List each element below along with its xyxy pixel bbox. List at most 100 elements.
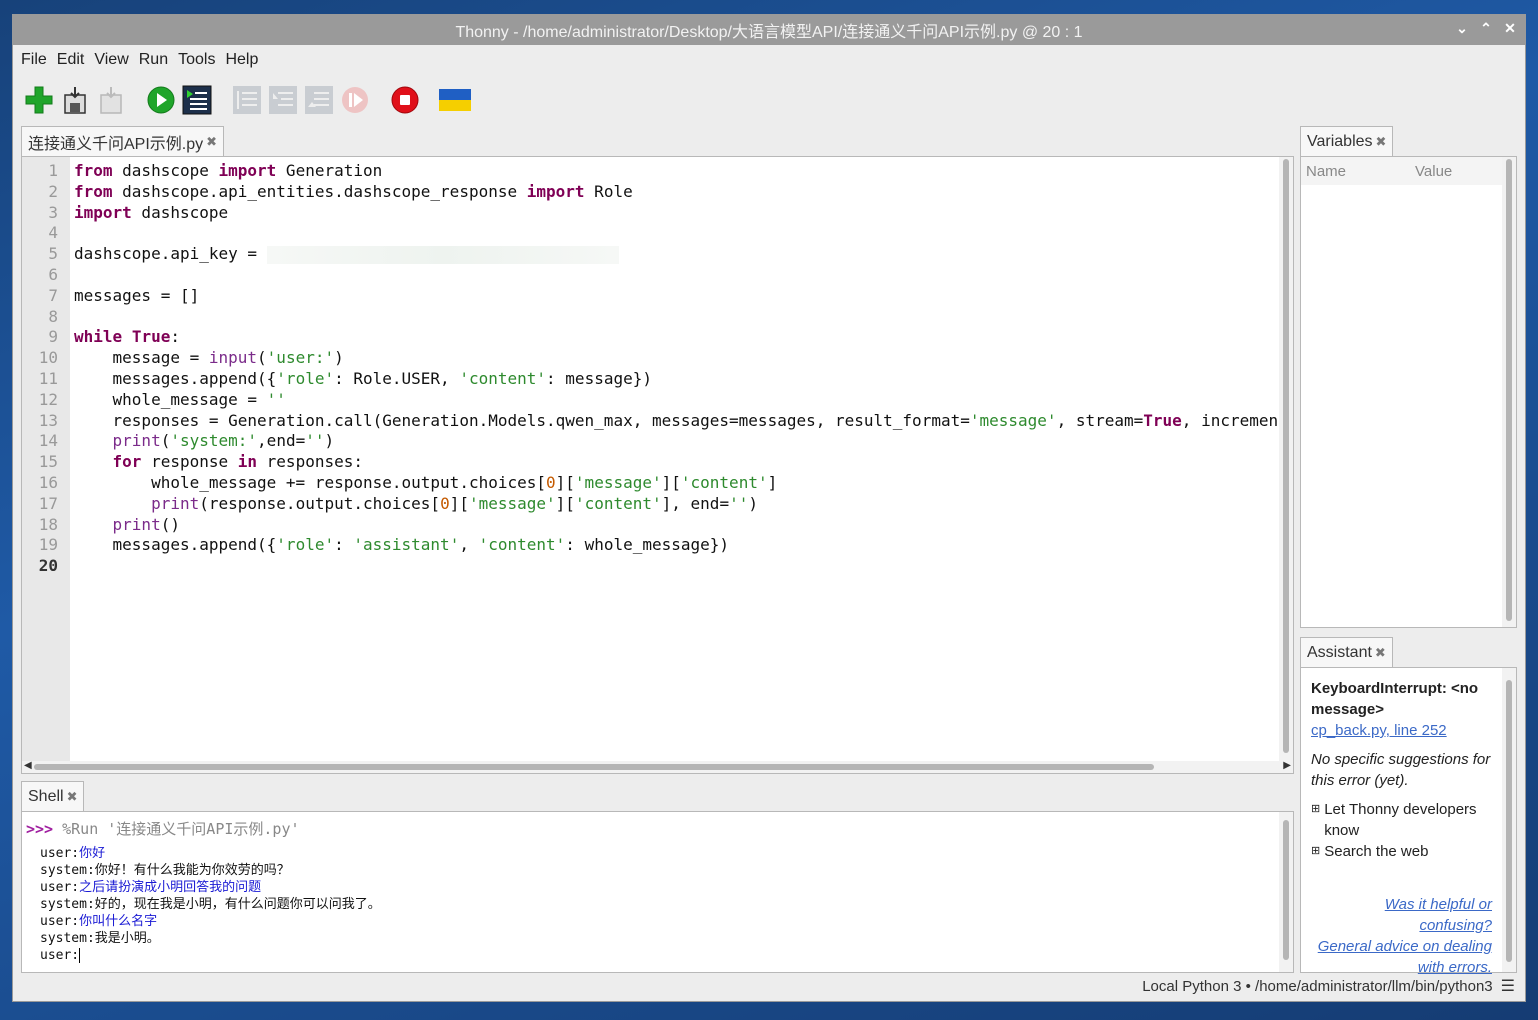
menu-edit[interactable]: Edit — [57, 51, 85, 69]
code-token: 'content' — [574, 493, 662, 513]
tab-shell[interactable]: Shell ✖ — [21, 781, 85, 812]
expand-item[interactable]: ⊞ Search the web — [1311, 841, 1492, 862]
stop-icon[interactable] — [389, 84, 421, 116]
line-number: 15 — [38, 452, 58, 472]
line-number: 13 — [38, 410, 58, 430]
code-line[interactable]: dashscope.api_key = — [74, 244, 1277, 265]
shell-line-text: 你好 — [79, 846, 106, 861]
code-line[interactable]: from dashscope.api_entities.dashscope_re… — [74, 182, 1277, 203]
code-line[interactable]: messages.append({'role': Role.USER, 'con… — [74, 369, 1277, 390]
minimize-button[interactable]: ⌄ — [1455, 20, 1469, 37]
debug-icon[interactable] — [181, 84, 213, 116]
code-editor[interactable]: 1 2 3 4 5 6 7 8 9 10 11 12 13 14 15 16 17 18 19 20 from das… — [21, 156, 1294, 774]
code-token: messages.append({ — [74, 535, 277, 555]
code-line[interactable]: while True: — [74, 327, 1277, 348]
expand-item-label[interactable]: Search the web — [1324, 841, 1428, 862]
code-token: True — [1143, 410, 1182, 430]
close-tab-icon[interactable]: ✖ — [206, 134, 217, 150]
expand-icon[interactable]: ⊞ — [1311, 841, 1320, 862]
code-token: 0 — [546, 472, 556, 492]
scroll-thumb[interactable] — [1506, 680, 1512, 962]
code-line[interactable]: messages.append({'role': 'assistant', 'c… — [74, 535, 1277, 556]
close-tab-icon[interactable]: ✖ — [1376, 134, 1387, 150]
code-token: responses: — [257, 452, 363, 472]
tab-assistant[interactable]: Assistant ✖ — [1300, 637, 1393, 668]
close-tab-icon[interactable]: ✖ — [67, 789, 78, 805]
shell-scrollbar[interactable] — [1279, 812, 1293, 972]
scroll-left-icon[interactable]: ◀ — [24, 760, 32, 771]
column-name-header[interactable]: Name — [1301, 163, 1415, 180]
ukraine-flag-icon[interactable] — [439, 84, 471, 116]
code-token: print — [112, 514, 161, 534]
code-token: messages.append({ — [74, 368, 277, 388]
code-token: 'assistant' — [353, 535, 460, 555]
expand-item-label[interactable]: Let Thonny developers know — [1324, 799, 1492, 841]
menu-file[interactable]: File — [21, 51, 47, 69]
code-line[interactable] — [74, 223, 1277, 244]
code-line[interactable]: from dashscope import Generation — [74, 161, 1277, 182]
editor-horizontal-scrollbar[interactable]: ◀ ▶ — [22, 760, 1293, 773]
line-number: 19 — [38, 535, 58, 555]
variables-scrollbar[interactable] — [1502, 157, 1516, 627]
code-line[interactable]: print('system:',end='') — [74, 431, 1277, 452]
expand-item[interactable]: ⊞ Let Thonny developers know — [1311, 799, 1492, 841]
line-number: 6 — [48, 264, 58, 284]
menu-run[interactable]: Run — [139, 51, 168, 69]
interpreter-status[interactable]: Local Python 3 • /home/administrator/llm… — [1142, 978, 1492, 995]
close-button[interactable]: ✕ — [1503, 20, 1517, 37]
code-line[interactable]: print() — [74, 515, 1277, 536]
run-icon[interactable] — [145, 84, 177, 116]
code-line[interactable]: import dashscope — [74, 203, 1277, 224]
code-token: 'content' — [478, 535, 566, 555]
shell-line: system:我是小明。 — [40, 930, 1289, 947]
save-file-icon[interactable] — [59, 84, 91, 116]
variables-panel: Name Value — [1300, 156, 1517, 628]
shell-panel[interactable]: >>> %Run '连接通义千问API示例.py' user:你好 system:… — [21, 811, 1294, 973]
code-line[interactable]: responses = Generation.call(Generation.M… — [74, 411, 1277, 432]
code-line[interactable]: print(response.output.choices[0]['messag… — [74, 494, 1277, 515]
shell-line-prefix: system: — [40, 897, 95, 912]
code-line[interactable] — [74, 556, 1277, 577]
code-line[interactable]: messages = [] — [74, 286, 1277, 307]
code-line[interactable]: whole_message = '' — [74, 390, 1277, 411]
code-token: : — [170, 327, 180, 347]
shell-output[interactable]: user:你好 system:你好！有什么我能为你效劳的吗？ user:之后请扮演成… — [22, 843, 1293, 970]
code-line[interactable] — [74, 265, 1277, 286]
code-area[interactable]: from dashscope import Generation from das… — [74, 157, 1277, 761]
column-value-header[interactable]: Value — [1415, 163, 1452, 180]
scroll-thumb[interactable] — [1283, 820, 1289, 960]
error-location-link[interactable]: cp_back.py, line 252 — [1311, 720, 1492, 741]
menu-view[interactable]: View — [94, 51, 128, 69]
feedback-link[interactable]: Was it helpful or confusing? — [1311, 894, 1492, 936]
shell-line-text: 你好！有什么我能为你效劳的吗？ — [94, 863, 290, 878]
code-token: , incrementa — [1181, 410, 1277, 430]
code-token: ) — [748, 493, 758, 513]
scroll-thumb[interactable] — [1283, 159, 1289, 753]
menu-tools[interactable]: Tools — [178, 51, 215, 69]
tab-variables[interactable]: Variables ✖ — [1300, 126, 1394, 157]
menu-help[interactable]: Help — [225, 51, 258, 69]
close-tab-icon[interactable]: ✖ — [1375, 645, 1386, 661]
code-line[interactable]: message = input('user:') — [74, 348, 1277, 369]
code-line[interactable]: whole_message += response.output.choices… — [74, 473, 1277, 494]
code-token: dashscope.api_key = — [74, 244, 267, 264]
line-number: 9 — [48, 327, 58, 347]
code-line[interactable]: for response in responses: — [74, 452, 1277, 473]
code-token: '' — [729, 493, 749, 513]
line-number: 16 — [38, 472, 58, 492]
scroll-thumb[interactable] — [34, 764, 1154, 770]
shell-line-prefix: system: — [40, 863, 95, 878]
maximize-button[interactable]: ⌃ — [1479, 20, 1493, 37]
new-file-icon[interactable] — [23, 84, 55, 116]
code-line[interactable] — [74, 307, 1277, 328]
tab-editor-file[interactable]: 连接通义千问API示例.py ✖ — [21, 126, 225, 157]
assistant-scrollbar[interactable] — [1502, 668, 1516, 972]
expand-icon[interactable]: ⊞ — [1311, 799, 1320, 841]
tab-label: Assistant — [1307, 644, 1372, 661]
code-token: from — [74, 161, 113, 180]
scroll-thumb[interactable] — [1506, 159, 1512, 621]
menu-icon[interactable]: ☰ — [1501, 976, 1515, 996]
editor-vertical-scrollbar[interactable] — [1279, 157, 1293, 761]
scroll-right-icon[interactable]: ▶ — [1283, 760, 1291, 771]
